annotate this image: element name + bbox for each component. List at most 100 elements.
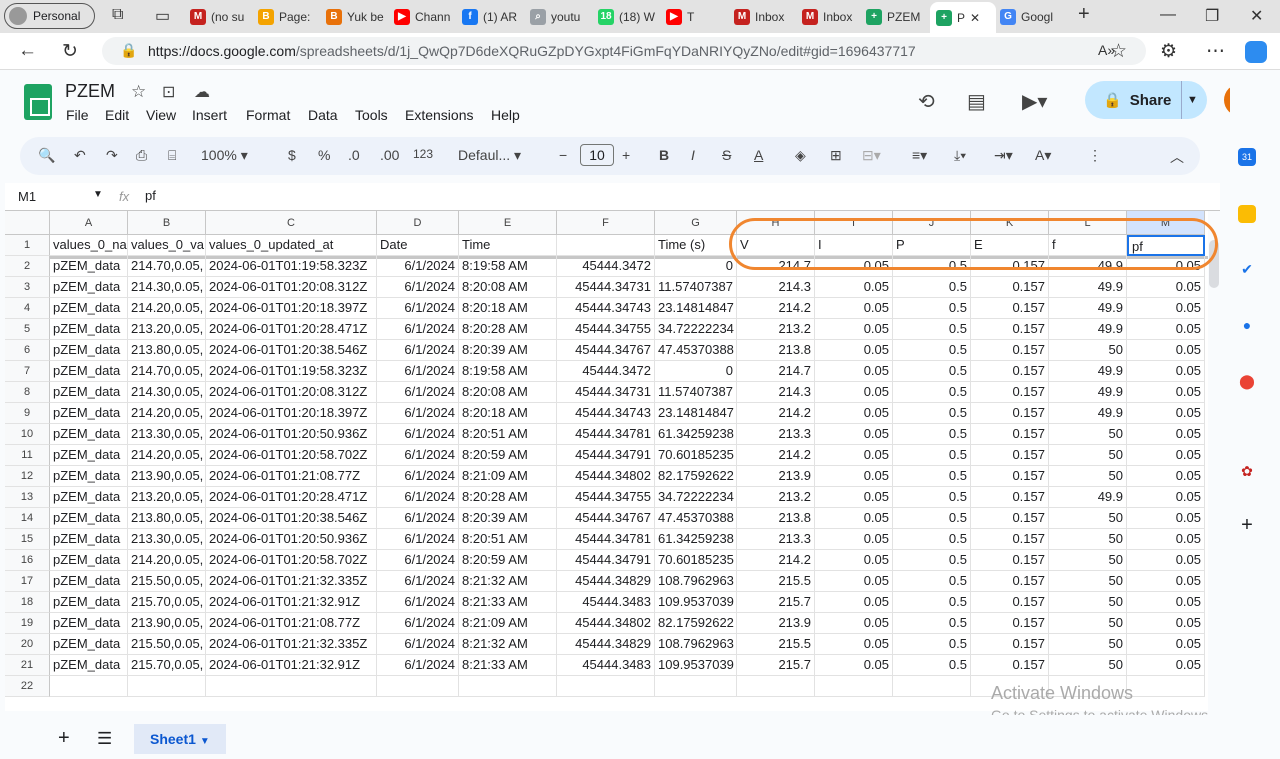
row-header[interactable]: 22	[5, 676, 50, 697]
table-cell[interactable]: 6/1/2024	[377, 529, 459, 550]
browser-tab[interactable]: f (1) AR	[462, 4, 522, 29]
table-cell[interactable]: 0.5	[893, 487, 971, 508]
table-cell[interactable]: 0.05	[815, 466, 893, 487]
table-cell[interactable]: pZEM_data	[50, 445, 128, 466]
table-cell[interactable]: 34.72222234	[655, 487, 737, 508]
browser-tab[interactable]: B Page:	[258, 4, 318, 29]
table-cell[interactable]: 50	[1049, 424, 1127, 445]
font-select[interactable]: Defaul... ▾	[458, 147, 521, 164]
table-cell[interactable]: 0.5	[893, 361, 971, 382]
keep-icon[interactable]	[1238, 205, 1256, 223]
table-cell[interactable]: 0.5	[893, 550, 971, 571]
table-cell[interactable]: 0.05	[815, 592, 893, 613]
table-cell[interactable]: 8:20:28 AM	[459, 319, 557, 340]
table-cell[interactable]: 49.9	[1049, 298, 1127, 319]
table-cell[interactable]: 23.14814847	[655, 298, 737, 319]
version-history-icon[interactable]: ⟲	[918, 89, 935, 114]
table-cell[interactable]: 214.2	[737, 445, 815, 466]
table-cell[interactable]: 82.17592622	[655, 466, 737, 487]
more-options-icon[interactable]: ⋮	[1088, 147, 1102, 164]
close-tab-icon[interactable]: ✕	[970, 11, 980, 25]
table-cell[interactable]: 0.157	[971, 487, 1049, 508]
header-cell[interactable]: Date	[377, 235, 459, 256]
table-cell[interactable]: 0.5	[893, 424, 971, 445]
menu-item[interactable]: Data	[308, 107, 338, 123]
table-cell[interactable]	[128, 676, 206, 697]
table-cell[interactable]: 2024-06-01T01:20:50.936Z	[206, 529, 377, 550]
row-header[interactable]: 21	[5, 655, 50, 676]
table-cell[interactable]: 0.157	[971, 340, 1049, 361]
table-cell[interactable]: 213.30,0.05,	[128, 424, 206, 445]
table-cell[interactable]: 0.05	[815, 445, 893, 466]
table-cell[interactable]: 6/1/2024	[377, 466, 459, 487]
table-cell[interactable]: 214.7	[737, 361, 815, 382]
table-cell[interactable]: 2024-06-01T01:20:28.471Z	[206, 487, 377, 508]
table-cell[interactable]: 0.157	[971, 298, 1049, 319]
table-cell[interactable]: 0.5	[893, 634, 971, 655]
table-cell[interactable]: pZEM_data	[50, 571, 128, 592]
table-cell[interactable]: 45444.34767	[557, 508, 655, 529]
menu-item[interactable]: Help	[491, 107, 520, 123]
table-cell[interactable]: 34.72222234	[655, 319, 737, 340]
table-cell[interactable]: 0.157	[971, 445, 1049, 466]
table-cell[interactable]: 0.05	[815, 613, 893, 634]
table-cell[interactable]: 8:21:09 AM	[459, 613, 557, 634]
table-cell[interactable]: 0.05	[1127, 298, 1205, 319]
table-cell[interactable]: 0.05	[815, 550, 893, 571]
table-cell[interactable]: 0.05	[1127, 613, 1205, 634]
table-cell[interactable]: 0.157	[971, 613, 1049, 634]
browser-tab[interactable]: + PZEM	[866, 4, 926, 29]
header-cell[interactable]: Time	[459, 235, 557, 256]
borders-icon[interactable]: ⊞	[830, 147, 842, 164]
table-cell[interactable]: 6/1/2024	[377, 340, 459, 361]
column-header[interactable]: G	[655, 211, 737, 235]
meet-icon[interactable]: ▶▾	[1022, 89, 1047, 114]
row-header[interactable]: 14	[5, 508, 50, 529]
table-cell[interactable]: 0.157	[971, 361, 1049, 382]
table-cell[interactable]: 214.3	[737, 277, 815, 298]
table-cell[interactable]: 108.7962963	[655, 634, 737, 655]
table-cell[interactable]: pZEM_data	[50, 319, 128, 340]
table-cell[interactable]: 108.7962963	[655, 571, 737, 592]
browser-tab[interactable]: + P ✕	[930, 2, 996, 33]
document-title[interactable]: PZEM	[65, 81, 115, 102]
table-cell[interactable]: 0.05	[815, 634, 893, 655]
row-header[interactable]: 12	[5, 466, 50, 487]
table-cell[interactable]: 2024-06-01T01:20:38.546Z	[206, 508, 377, 529]
table-cell[interactable]: pZEM_data	[50, 592, 128, 613]
table-cell[interactable]: 45444.34791	[557, 550, 655, 571]
table-cell[interactable]: pZEM_data	[50, 634, 128, 655]
table-cell[interactable]: 0.5	[893, 298, 971, 319]
bold-icon[interactable]: B	[659, 147, 669, 163]
table-cell[interactable]: 0.05	[815, 382, 893, 403]
table-cell[interactable]: pZEM_data	[50, 256, 128, 277]
chevron-down-icon[interactable]: ▼	[1187, 94, 1198, 106]
table-cell[interactable]: 215.5	[737, 634, 815, 655]
table-cell[interactable]	[50, 676, 128, 697]
table-cell[interactable]	[1127, 676, 1205, 697]
row-header[interactable]: 11	[5, 445, 50, 466]
table-cell[interactable]: 45444.34755	[557, 487, 655, 508]
percent-format-button[interactable]: %	[318, 147, 330, 163]
table-cell[interactable]: 70.60185235	[655, 550, 737, 571]
table-cell[interactable]: 0.5	[893, 571, 971, 592]
text-color-icon[interactable]: A	[754, 147, 763, 163]
number-format-button[interactable]: 123	[413, 147, 433, 161]
tab-actions-icon[interactable]: ▭	[155, 6, 170, 26]
table-cell[interactable]: 0.05	[815, 403, 893, 424]
row-header[interactable]: 3	[5, 277, 50, 298]
table-cell[interactable]: 213.9	[737, 613, 815, 634]
table-cell[interactable]: 8:20:18 AM	[459, 403, 557, 424]
browser-tab[interactable]: M Inbox	[802, 4, 862, 29]
redo-icon[interactable]: ↷	[106, 147, 118, 164]
table-cell[interactable]: 213.2	[737, 487, 815, 508]
strikethrough-icon[interactable]: S	[722, 147, 731, 163]
browser-tab[interactable]: M Inbox	[734, 4, 794, 29]
table-cell[interactable]: pZEM_data	[50, 529, 128, 550]
table-cell[interactable]: 6/1/2024	[377, 361, 459, 382]
table-cell[interactable]: 6/1/2024	[377, 487, 459, 508]
table-cell[interactable]: 0.05	[1127, 403, 1205, 424]
table-cell[interactable]: 2024-06-01T01:21:08.77Z	[206, 613, 377, 634]
restore-icon[interactable]: ❐	[1205, 6, 1219, 26]
row-header[interactable]: 2	[5, 256, 50, 277]
